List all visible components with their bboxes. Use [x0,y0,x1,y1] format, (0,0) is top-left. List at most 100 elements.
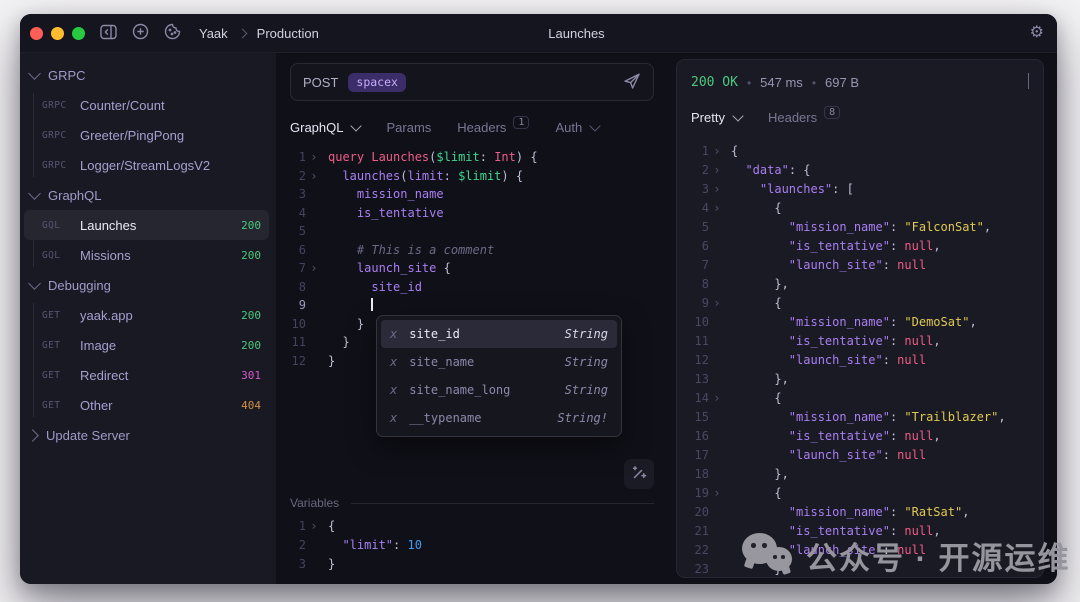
fold-spacer [709,560,725,577]
fold-arrow-icon[interactable]: › [709,389,725,408]
sidebar-folder-grpc[interactable]: GRPC [20,60,275,90]
autocomplete-item-site-name-long[interactable]: xsite_name_longString [381,376,617,404]
line-number: 10 [290,315,306,334]
fold-arrow-icon[interactable]: › [306,148,322,167]
code-line: 4 is_tentative [290,204,654,223]
request-pane: POST spacex GraphQL Params Headers1 Auth 1›… [275,53,668,584]
window-title: Launches [548,26,604,41]
code-line: 3 mission_name [290,185,654,204]
sidebar-item-missions[interactable]: GQLMissions200 [24,240,269,270]
request-name: yaak.app [80,308,241,323]
divider [351,503,654,504]
field-kind-icon: x [390,327,397,341]
tab-graphql[interactable]: GraphQL [290,120,360,135]
line-number: 18 [689,465,709,484]
sidebar-item-other[interactable]: GETOther404 [24,390,269,420]
fold-arrow-icon[interactable]: › [709,142,725,161]
fold-arrow-icon[interactable]: › [306,517,322,536]
request-method: POST [303,75,338,90]
response-time: 547 ms [760,75,803,90]
line-number: 3 [290,185,306,204]
status-badge: 404 [241,399,261,412]
fold-spacer [306,352,322,371]
sidebar-item-redirect[interactable]: GETRedirect301 [24,360,269,390]
sidebar-item-launches[interactable]: GQLLaunches200 [24,210,269,240]
breadcrumb-environment[interactable]: Production [257,26,319,41]
fold-arrow-icon[interactable]: › [709,484,725,503]
response-body-viewer[interactable]: 1›{2› "data": {3› "launches": [4› {5 "mi… [677,142,1043,577]
tab-label: Params [386,120,431,135]
url-environment-badge: spacex [348,73,406,92]
fold-arrow-icon[interactable]: › [709,180,725,199]
response-header: 200 OK • 547 ms • 697 B [677,60,1043,92]
new-request-button[interactable] [132,23,149,43]
status-badge: 200 [241,249,261,262]
toggle-sidebar-button[interactable] [100,24,117,43]
line-number: 1 [689,142,709,161]
breadcrumb-workspace[interactable]: Yaak [199,26,228,41]
line-content: } [328,333,350,352]
line-number: 12 [290,352,306,371]
line-number: 15 [689,408,709,427]
sidebar-folder-update-server[interactable]: Update Server [20,420,275,450]
sidebar-item-logger-streamlogsv2[interactable]: GRPCLogger/StreamLogsV2 [24,150,269,180]
tab-headers[interactable]: Headers8 [768,110,840,125]
folder-children: GETyaak.app200GETImage200GETRedirect301G… [20,300,275,420]
url-bar[interactable]: POST spacex [290,63,654,101]
tab-headers[interactable]: Headers1 [457,120,529,135]
sidebar-item-greeter-pingpong[interactable]: GRPCGreeter/PingPong [24,120,269,150]
variables-section-header: Variables [290,493,654,513]
settings-button[interactable]: ⚙ [1030,24,1044,40]
chevron-down-icon [732,110,743,121]
tab-params[interactable]: Params [386,120,431,135]
line-content: } [328,315,364,334]
format-query-button[interactable] [624,459,654,489]
sidebar-folder-graphql[interactable]: GraphQL [20,180,275,210]
line-number: 6 [290,241,306,260]
fold-arrow-icon[interactable]: › [306,259,322,278]
sidebar-item-image[interactable]: GETImage200 [24,330,269,360]
line-number: 6 [689,237,709,256]
request-name: Image [80,338,241,353]
request-method-label: GQL [42,220,80,231]
request-name: Other [80,398,241,413]
editor-toolbar [290,455,654,493]
folder-label: Update Server [46,428,130,443]
request-method-label: GRPC [42,130,80,141]
sidebar: GRPCGRPCCounter/CountGRPCGreeter/PingPon… [20,53,275,584]
line-number: 4 [290,204,306,223]
tab-auth[interactable]: Auth [555,120,599,135]
fold-arrow-icon[interactable]: › [306,167,322,186]
fold-arrow-icon[interactable]: › [709,161,725,180]
autocomplete-item-typename[interactable]: x__typenameString! [381,404,617,432]
line-content: is_tentative [328,204,444,223]
line-content: } [328,352,335,371]
fold-arrow-icon[interactable]: › [709,199,725,218]
response-actions-button[interactable] [1019,73,1029,92]
sidebar-item-counter-count[interactable]: GRPCCounter/Count [24,90,269,120]
chevron-down-icon [590,120,601,131]
minimize-button[interactable] [51,27,64,40]
line-content: query Launches($limit: Int) { [328,148,538,167]
autocomplete-item-site-name[interactable]: xsite_nameString [381,348,617,376]
tab-pretty[interactable]: Pretty [691,110,742,125]
variables-editor[interactable]: 1›{2 "limit": 103} [290,517,654,574]
autocomplete-item-site-id[interactable]: xsite_idString [381,320,617,348]
code-line: 2› "data": { [689,161,1043,180]
zoom-button[interactable] [72,27,85,40]
sidebar-folder-debugging[interactable]: Debugging [20,270,275,300]
close-button[interactable] [30,27,43,40]
line-number: 21 [689,522,709,541]
line-content: "mission_name": "FalconSat", [731,218,991,237]
sidebar-item-yaak-app[interactable]: GETyaak.app200 [24,300,269,330]
send-request-button[interactable] [623,72,641,93]
cookies-button[interactable] [164,23,181,43]
breadcrumb: Yaak Production [199,26,319,41]
code-line: 2› launches(limit: $limit) { [290,167,654,186]
chevron-down-icon [1028,73,1029,89]
line-number: 17 [689,446,709,465]
request-tabs: GraphQL Params Headers1 Auth [290,114,654,140]
fold-spacer [709,503,725,522]
line-number: 10 [689,313,709,332]
fold-arrow-icon[interactable]: › [709,294,725,313]
